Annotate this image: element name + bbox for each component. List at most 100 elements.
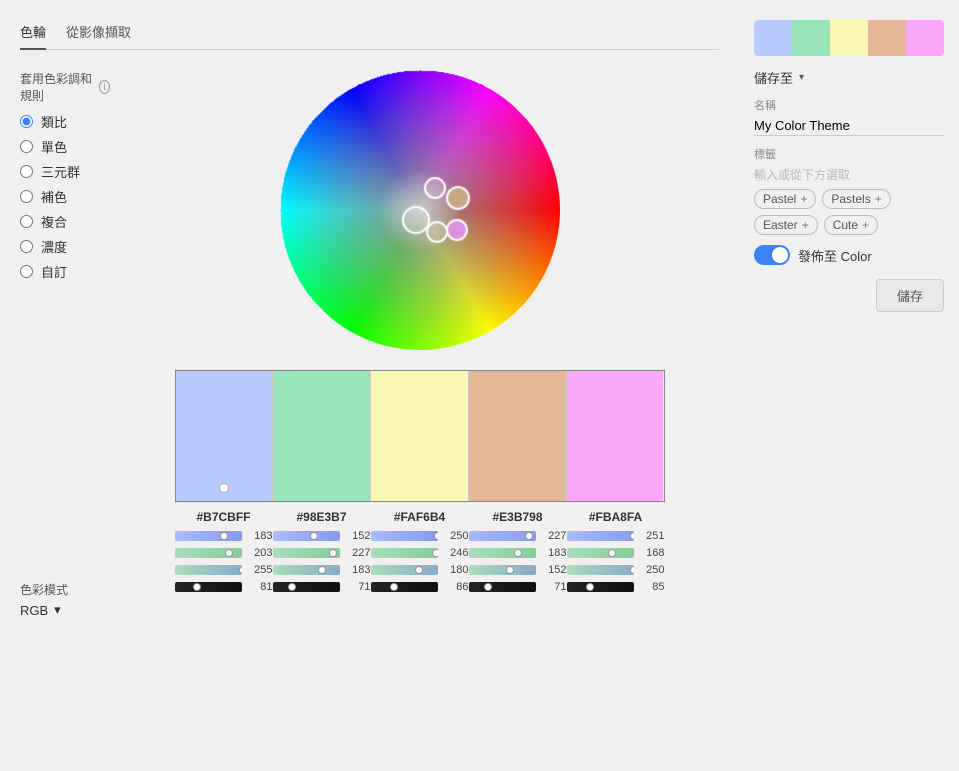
- publish-toggle[interactable]: [754, 245, 790, 265]
- channel-column-4: 251 168 250 85: [567, 530, 665, 596]
- preview-swatch-2: [830, 20, 868, 56]
- channel-bar-container: [567, 531, 634, 541]
- channel-value: 168: [637, 547, 665, 559]
- channel-bar-container: [175, 531, 242, 541]
- harmony-title: 套用色彩調和規則 i: [20, 70, 110, 104]
- channel-bar-container: [469, 548, 536, 558]
- swatch-0[interactable]: [176, 371, 274, 501]
- color-wheel-wrapper[interactable]: [280, 70, 560, 350]
- channel-row: 183: [175, 530, 273, 542]
- channel-row: 246: [371, 547, 469, 559]
- tags-label: 標籤: [754, 146, 944, 162]
- preview-swatch-1: [792, 20, 830, 56]
- swatch-1[interactable]: [273, 371, 371, 501]
- color-wheel-container: [120, 70, 719, 350]
- tab-extract-from-image[interactable]: 從影像擷取: [66, 20, 131, 43]
- channel-row: 250: [371, 530, 469, 542]
- rule-triadic[interactable]: 三元群: [20, 162, 110, 181]
- name-label: 名稱: [754, 97, 944, 113]
- tag-pastels[interactable]: Pastels +: [822, 189, 890, 209]
- channel-value: 255: [245, 564, 273, 576]
- channel-row: 81: [175, 581, 273, 593]
- channel-bar-container: [273, 565, 340, 575]
- save-to-section: 儲存至 ▾: [754, 68, 944, 87]
- tag-pastel[interactable]: Pastel +: [754, 189, 816, 209]
- channel-bar-container: [567, 582, 634, 592]
- channel-row: 180: [371, 564, 469, 576]
- swatch-3[interactable]: [469, 371, 567, 501]
- color-wheel[interactable]: [280, 70, 560, 350]
- channel-bar-container: [175, 565, 242, 575]
- hex-labels: #B7CBFF #98E3B7 #FAF6B4 #E3B798 #FBA8FA: [175, 510, 665, 524]
- swatch-dot-0: [219, 483, 229, 493]
- tag-cute[interactable]: Cute +: [824, 215, 878, 235]
- channel-value: 183: [539, 547, 567, 559]
- chevron-down-icon: ▾: [54, 602, 61, 618]
- channel-row: 227: [273, 547, 371, 559]
- tag-plus-icon-2[interactable]: +: [875, 192, 882, 206]
- rule-monochromatic[interactable]: 單色: [20, 137, 110, 156]
- rule-analogous[interactable]: 類比: [20, 112, 110, 131]
- channel-bar-container: [371, 582, 438, 592]
- channel-column-2: 250 246 180 86: [371, 530, 469, 596]
- channel-row: 203: [175, 547, 273, 559]
- channel-column-0: 183 203 255 81: [175, 530, 273, 596]
- channel-column-3: 227 183 152 71: [469, 530, 567, 596]
- channel-bar-container: [567, 548, 634, 558]
- hex-label-3: #E3B798: [469, 510, 567, 524]
- channel-bar-container: [371, 565, 438, 575]
- channel-row: 71: [469, 581, 567, 593]
- info-icon[interactable]: i: [99, 80, 110, 94]
- name-field-group: 名稱: [754, 97, 944, 136]
- save-to-chevron-icon[interactable]: ▾: [799, 72, 804, 83]
- rule-shades[interactable]: 濃度: [20, 237, 110, 256]
- channel-row: 255: [175, 564, 273, 576]
- swatches-row: [175, 370, 665, 502]
- swatch-4[interactable]: [567, 371, 664, 501]
- channel-value: 227: [343, 547, 371, 559]
- tag-plus-icon-3[interactable]: +: [802, 218, 809, 232]
- rule-complementary[interactable]: 補色: [20, 187, 110, 206]
- channel-row: 227: [469, 530, 567, 542]
- save-button[interactable]: 儲存: [876, 279, 944, 312]
- swatch-2[interactable]: [371, 371, 469, 501]
- name-input[interactable]: [754, 116, 944, 136]
- tag-plus-icon[interactable]: +: [800, 192, 807, 206]
- channel-row: 71: [273, 581, 371, 593]
- channel-value: 71: [539, 581, 567, 593]
- channel-bar-container: [273, 548, 340, 558]
- channel-row: 183: [273, 564, 371, 576]
- color-mode-select[interactable]: RGB ▾: [20, 602, 110, 618]
- channel-bar-container: [469, 531, 536, 541]
- channel-row: 183: [469, 547, 567, 559]
- channel-bar-container: [371, 531, 438, 541]
- channel-row: 85: [567, 581, 665, 593]
- channel-bars: 1832032558115222718371250246180862271831…: [175, 530, 665, 596]
- rule-compound[interactable]: 複合: [20, 212, 110, 231]
- channel-bar-container: [175, 582, 242, 592]
- channel-value: 246: [441, 547, 469, 559]
- rule-custom[interactable]: 自訂: [20, 262, 110, 281]
- channel-row: 152: [469, 564, 567, 576]
- channel-column-1: 152 227 183 71: [273, 530, 371, 596]
- hex-label-0: #B7CBFF: [175, 510, 273, 524]
- tab-color-wheel[interactable]: 色輪: [20, 20, 46, 50]
- tag-plus-icon-4[interactable]: +: [862, 218, 869, 232]
- channel-row: 152: [273, 530, 371, 542]
- channel-row: 251: [567, 530, 665, 542]
- channel-value: 251: [637, 530, 665, 542]
- channel-value: 183: [245, 530, 273, 542]
- publish-row: 發佈至 Color: [754, 245, 944, 265]
- channel-row: 168: [567, 547, 665, 559]
- preview-swatch-3: [868, 20, 906, 56]
- channel-value: 152: [539, 564, 567, 576]
- channel-bar-container: [469, 565, 536, 575]
- tag-easter[interactable]: Easter +: [754, 215, 818, 235]
- channel-value: 250: [637, 564, 665, 576]
- publish-label: 發佈至 Color: [798, 246, 872, 265]
- channel-value: 86: [441, 581, 469, 593]
- channel-bar-container: [273, 582, 340, 592]
- tab-bar: 色輪 從影像擷取: [20, 20, 719, 50]
- channel-value: 203: [245, 547, 273, 559]
- channel-value: 250: [441, 530, 469, 542]
